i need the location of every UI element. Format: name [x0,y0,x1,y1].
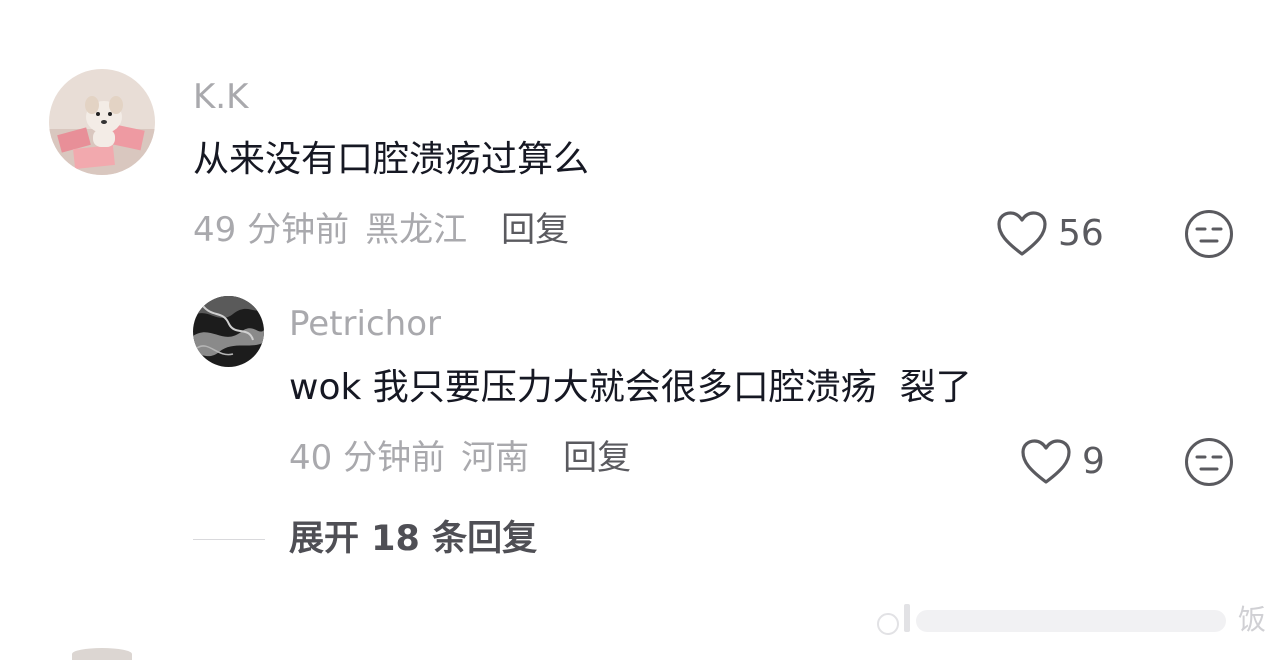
next-avatar-edge [72,648,132,660]
reply-like-count: 9 [1082,441,1105,482]
like-button[interactable]: 56 [996,210,1104,258]
expand-replies-button[interactable]: 展开 18 条回复 [193,522,537,557]
meh-face-icon [1185,438,1233,486]
abstract-marble-icon [193,296,264,367]
expand-divider [193,539,265,540]
comment-time: 49 分钟前 [193,210,350,250]
reply-location: 河南 [461,438,530,478]
comment-meta: 49 分钟前 黑龙江 回复 [193,213,569,247]
comment-text: 从来没有口腔溃疡过算么 [193,139,590,180]
meh-face-icon [1185,210,1233,258]
expand-replies-label: 展开 18 条回复 [289,519,538,559]
reply-username[interactable]: Petrichor [289,307,441,341]
dislike-button[interactable] [1184,209,1234,259]
reply-button[interactable]: 回复 [501,213,569,247]
reply-reply-button[interactable]: 回复 [563,441,631,475]
like-count: 56 [1058,213,1104,254]
heart-outline-icon [1021,439,1071,484]
reply-like-button[interactable]: 9 [1020,438,1105,486]
watermark-text: 饭 [1238,603,1267,636]
comment-location: 黑龙江 [365,210,468,250]
reply-meta: 40 分钟前 河南 回复 [289,441,631,475]
avatar-kk[interactable] [49,69,155,175]
heart-outline-icon [997,211,1047,256]
reply-time: 40 分钟前 [289,438,446,478]
dog-photo-icon [49,69,155,175]
watermark-logo [870,600,1240,636]
reply-text: wok 我只要压力大就会很多口腔溃疡 裂了 [289,367,972,408]
avatar-petrichor[interactable] [193,296,264,367]
comment-username[interactable]: K.K [193,80,248,114]
reply-dislike-button[interactable] [1184,437,1234,487]
watermark-bar-icon [877,604,1226,635]
